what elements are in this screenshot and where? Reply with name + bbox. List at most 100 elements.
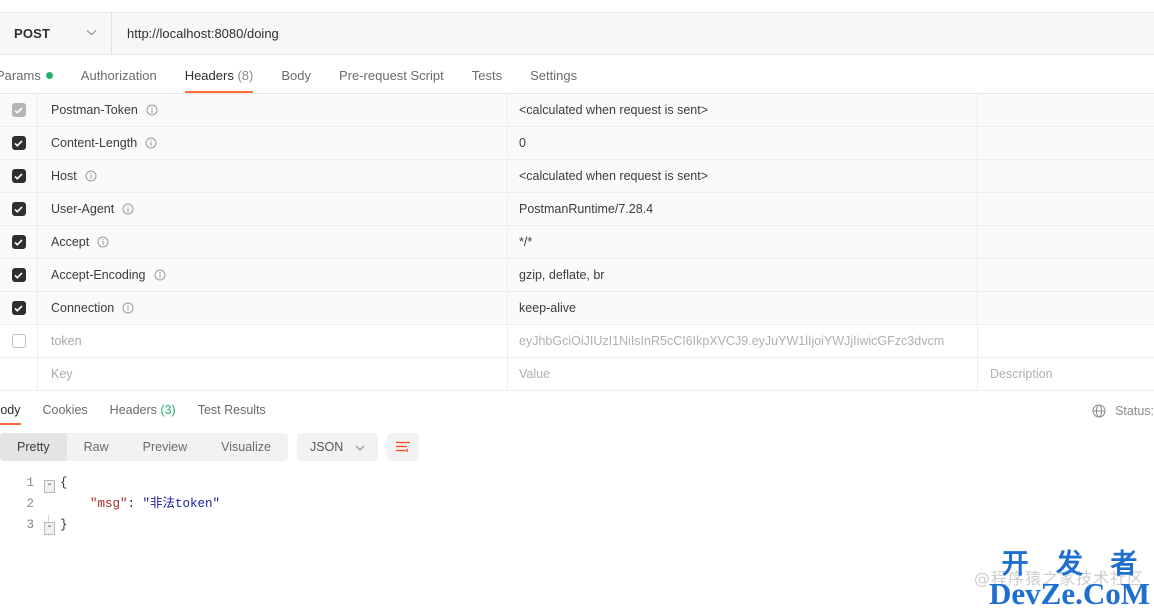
row-checkbox[interactable] xyxy=(11,268,26,282)
row-key-cell[interactable]: Connection xyxy=(38,292,508,324)
response-tab-test-results-label: Test Results xyxy=(197,403,266,417)
line-number-gutter: 1 2 3 xyxy=(0,473,44,536)
row-description-cell[interactable] xyxy=(978,193,1154,225)
tab-authorization-label: Authorization xyxy=(80,68,157,83)
row-value-cell[interactable]: <calculated when request is sent> xyxy=(508,94,978,126)
info-icon[interactable] xyxy=(145,137,157,149)
tab-headers[interactable]: Headers (8) xyxy=(184,68,253,93)
row-value-cell[interactable]: <calculated when request is sent> xyxy=(508,160,978,192)
tab-authorization[interactable]: Authorization xyxy=(81,68,157,93)
value-column-placeholder: Value xyxy=(519,367,551,381)
json-close-brace: } xyxy=(60,518,68,532)
row-checkbox[interactable] xyxy=(11,169,26,183)
fold-toggle[interactable]: - xyxy=(44,480,55,493)
row-value-cell[interactable]: gzip, deflate, br xyxy=(508,259,978,291)
row-value-text: gzip, deflate, br xyxy=(519,268,605,282)
line-number: 1 xyxy=(26,476,34,490)
row-key-text: Content-Length xyxy=(51,136,138,150)
row-checkbox[interactable] xyxy=(11,301,26,315)
row-value-cell[interactable]: eyJhbGciOiJIUzI1NiIsInR5cCI6IkpXVCJ9.eyJ… xyxy=(508,325,978,357)
row-description-cell[interactable] xyxy=(978,160,1154,192)
row-checkbox[interactable] xyxy=(11,136,26,150)
window-top-strip xyxy=(0,0,1154,13)
info-icon[interactable] xyxy=(122,302,134,314)
code-line: } xyxy=(60,515,1154,536)
row-value-text: <calculated when request is sent> xyxy=(519,169,709,183)
new-key-input[interactable]: Key xyxy=(38,358,508,390)
row-checkbox[interactable] xyxy=(11,202,26,216)
row-description-cell[interactable] xyxy=(978,94,1154,126)
response-body-viewer[interactable]: 1 2 3 - - { "msg": "非法token" } xyxy=(0,465,1154,536)
view-mode-visualize[interactable]: Visualize xyxy=(204,433,288,461)
row-checkbox[interactable] xyxy=(11,235,26,249)
tab-tests-label: Tests xyxy=(471,68,503,83)
info-icon[interactable] xyxy=(146,104,158,116)
row-description-cell[interactable] xyxy=(978,292,1154,324)
row-key-cell[interactable]: token xyxy=(38,325,508,357)
tab-params-label: Params xyxy=(0,68,41,83)
info-icon[interactable] xyxy=(122,203,134,215)
url-input[interactable]: http://localhost:8080/doing xyxy=(112,13,1154,54)
row-key-cell[interactable]: Accept xyxy=(38,226,508,258)
row-key-text: Connection xyxy=(51,301,115,315)
row-key-cell[interactable]: Content-Length xyxy=(38,127,508,159)
tab-pre-request-script[interactable]: Pre-request Script xyxy=(339,68,444,93)
row-key-text: Accept xyxy=(51,235,90,249)
row-description-cell[interactable] xyxy=(978,325,1154,357)
tab-params[interactable]: Params xyxy=(0,68,53,93)
row-checkbox[interactable] xyxy=(11,334,26,348)
row-value-cell[interactable]: PostmanRuntime/7.28.4 xyxy=(508,193,978,225)
row-value-text: PostmanRuntime/7.28.4 xyxy=(519,202,654,216)
fold-toggle[interactable]: - xyxy=(44,522,55,535)
row-checkbox[interactable] xyxy=(11,103,26,117)
row-key-cell[interactable]: Postman-Token xyxy=(38,94,508,126)
response-tab-body[interactable]: Body xyxy=(0,403,21,425)
view-mode-preview[interactable]: Preview xyxy=(126,433,204,461)
watermark-english: DevZe.CoM xyxy=(989,576,1150,611)
view-mode-raw-label: Raw xyxy=(83,440,109,454)
tab-body-label: Body xyxy=(281,68,311,83)
row-key-text: User-Agent xyxy=(51,202,115,216)
tab-tests[interactable]: Tests xyxy=(472,68,502,93)
view-mode-pretty[interactable]: Pretty xyxy=(0,433,67,461)
response-tab-test-results[interactable]: Test Results xyxy=(198,403,266,425)
description-column-placeholder: Description xyxy=(990,367,1053,381)
response-status-area: Status: xyxy=(1092,404,1154,418)
response-tab-cookies[interactable]: Cookies xyxy=(43,403,88,425)
row-checkbox-cell xyxy=(0,259,38,291)
row-key-cell[interactable]: Accept-Encoding xyxy=(38,259,508,291)
row-value-text: */* xyxy=(519,235,533,249)
word-wrap-icon[interactable] xyxy=(387,433,420,461)
view-mode-raw[interactable]: Raw xyxy=(67,433,126,461)
view-mode-visualize-label: Visualize xyxy=(221,440,271,454)
line-number: 3 xyxy=(26,518,34,532)
tab-body[interactable]: Body xyxy=(281,68,311,93)
tab-settings[interactable]: Settings xyxy=(530,68,577,93)
request-url-bar: POST http://localhost:8080/doing xyxy=(0,13,1154,55)
row-value-cell[interactable]: */* xyxy=(508,226,978,258)
chevron-down-icon xyxy=(86,29,97,39)
view-mode-pretty-label: Pretty xyxy=(17,440,50,454)
table-placeholder-row: Key Value Description xyxy=(0,358,1154,391)
new-description-input[interactable]: Description xyxy=(978,358,1154,390)
row-key-cell[interactable]: User-Agent xyxy=(38,193,508,225)
table-row: Accept */* xyxy=(0,226,1154,259)
row-checkbox-cell xyxy=(0,127,38,159)
row-value-cell[interactable]: keep-alive xyxy=(508,292,978,324)
table-row: token eyJhbGciOiJIUzI1NiIsInR5cCI6IkpXVC… xyxy=(0,325,1154,358)
row-description-cell[interactable] xyxy=(978,226,1154,258)
globe-icon[interactable] xyxy=(1092,404,1106,418)
row-key-cell[interactable]: Host xyxy=(38,160,508,192)
row-description-cell[interactable] xyxy=(978,127,1154,159)
info-icon[interactable] xyxy=(97,236,109,248)
new-value-input[interactable]: Value xyxy=(508,358,978,390)
row-description-cell[interactable] xyxy=(978,259,1154,291)
info-icon[interactable] xyxy=(85,170,97,182)
response-tab-headers[interactable]: Headers (3) xyxy=(110,403,176,425)
row-value-cell[interactable]: 0 xyxy=(508,127,978,159)
response-tab-headers-label: Headers xyxy=(109,403,157,417)
http-method-selector[interactable]: POST xyxy=(0,13,112,54)
info-icon[interactable] xyxy=(154,269,166,281)
response-format-selector[interactable]: JSON xyxy=(296,433,379,461)
line-number: 2 xyxy=(26,497,34,511)
